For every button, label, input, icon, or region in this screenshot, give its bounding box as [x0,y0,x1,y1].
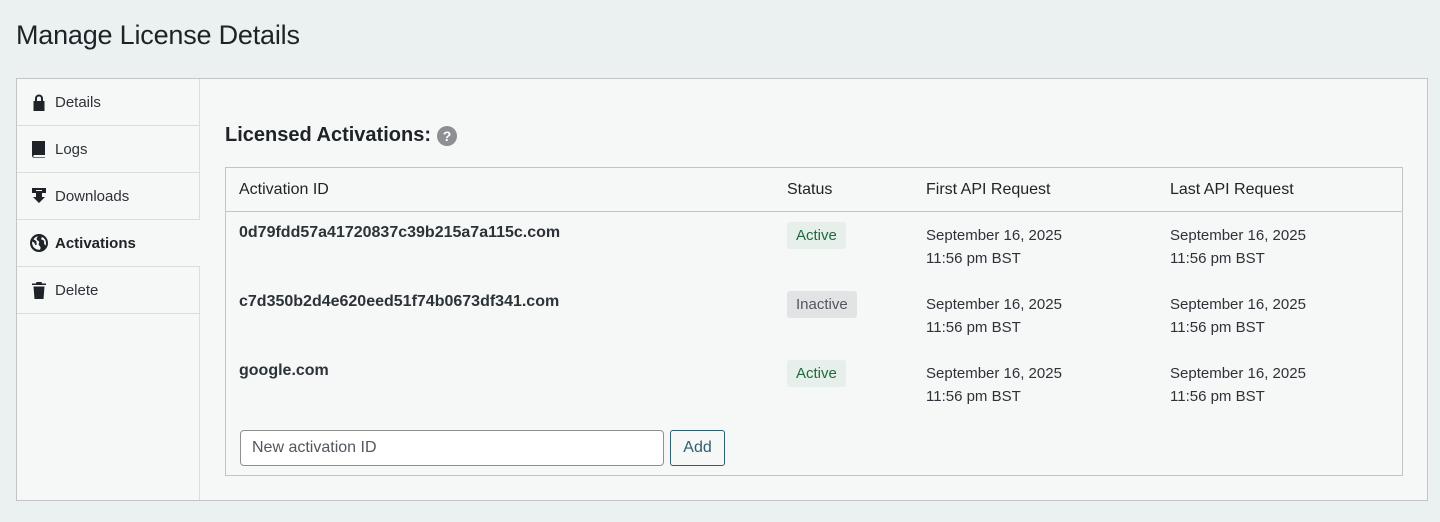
first-request-time: 11:56 pm BST [926,319,1021,336]
first-api-request: September 16, 2025 11:56 pm BST [926,362,1062,408]
last-request-time: 11:56 pm BST [1170,388,1265,405]
table-row: c7d350b2d4e620eed51f74b0673df341.com Ina… [226,281,1402,350]
column-header-activation-id: Activation ID [239,181,329,198]
last-request-time: 11:56 pm BST [1170,319,1265,336]
lock-icon [29,92,49,112]
status-badge: Active [787,360,846,387]
help-icon[interactable]: ? [436,125,457,146]
table-row: 0d79fdd57a41720837c39b215a7a115c.com Act… [226,212,1402,281]
first-request-time: 11:56 pm BST [926,388,1021,405]
activations-section: Licensed Activations: ? Activation ID St… [225,79,1427,500]
first-api-request: September 16, 2025 11:56 pm BST [926,224,1062,270]
activation-id: c7d350b2d4e620eed51f74b0673df341.com [239,293,560,310]
activation-id: 0d79fdd57a41720837c39b215a7a115c.com [239,224,561,241]
tab-logs[interactable]: Logs [17,126,199,173]
first-request-date: September 16, 2025 [926,296,1062,313]
tab-label: Activations [55,234,136,252]
column-header-last-api-request: Last API Request [1170,181,1294,198]
first-api-request: September 16, 2025 11:56 pm BST [926,293,1062,339]
tab-label: Logs [55,140,88,158]
new-activation-id-input[interactable] [240,430,664,466]
table-row: google.com Active September 16, 2025 11:… [226,350,1402,419]
first-request-time: 11:56 pm BST [926,250,1021,267]
last-api-request: September 16, 2025 11:56 pm BST [1170,293,1306,339]
trash-icon [29,280,49,300]
first-request-date: September 16, 2025 [926,227,1062,244]
license-sidebar: Details Logs Downloads Activations Delet… [17,79,200,500]
tab-activations[interactable]: Activations [17,220,200,267]
add-activation-button[interactable]: Add [670,430,725,466]
table-header: Activation ID Status First API Request L… [226,168,1402,212]
first-request-date: September 16, 2025 [926,365,1062,382]
activations-table: Activation ID Status First API Request L… [225,167,1403,476]
tab-downloads[interactable]: Downloads [17,173,199,220]
section-heading: Licensed Activations: ? [225,124,457,147]
tab-delete[interactable]: Delete [17,267,199,314]
download-icon [29,186,49,206]
last-api-request: September 16, 2025 11:56 pm BST [1170,362,1306,408]
column-header-status: Status [787,181,833,198]
status-badge: Inactive [787,291,857,318]
activation-id: google.com [239,362,329,379]
tab-label: Delete [55,281,99,299]
last-api-request: September 16, 2025 11:56 pm BST [1170,224,1306,270]
column-header-first-api-request: First API Request [926,181,1051,198]
status-badge: Active [787,222,846,249]
tab-details[interactable]: Details [17,79,199,126]
license-panel: Details Logs Downloads Activations Delet… [16,78,1428,501]
book-icon [29,139,49,159]
tab-label: Details [55,93,101,111]
tab-label: Downloads [55,187,130,205]
last-request-date: September 16, 2025 [1170,365,1306,382]
globe-icon [29,233,49,253]
last-request-date: September 16, 2025 [1170,296,1306,313]
last-request-time: 11:56 pm BST [1170,250,1265,267]
page-title: Manage License Details [16,20,300,50]
section-heading-text: Licensed Activations: [225,124,431,146]
last-request-date: September 16, 2025 [1170,227,1306,244]
